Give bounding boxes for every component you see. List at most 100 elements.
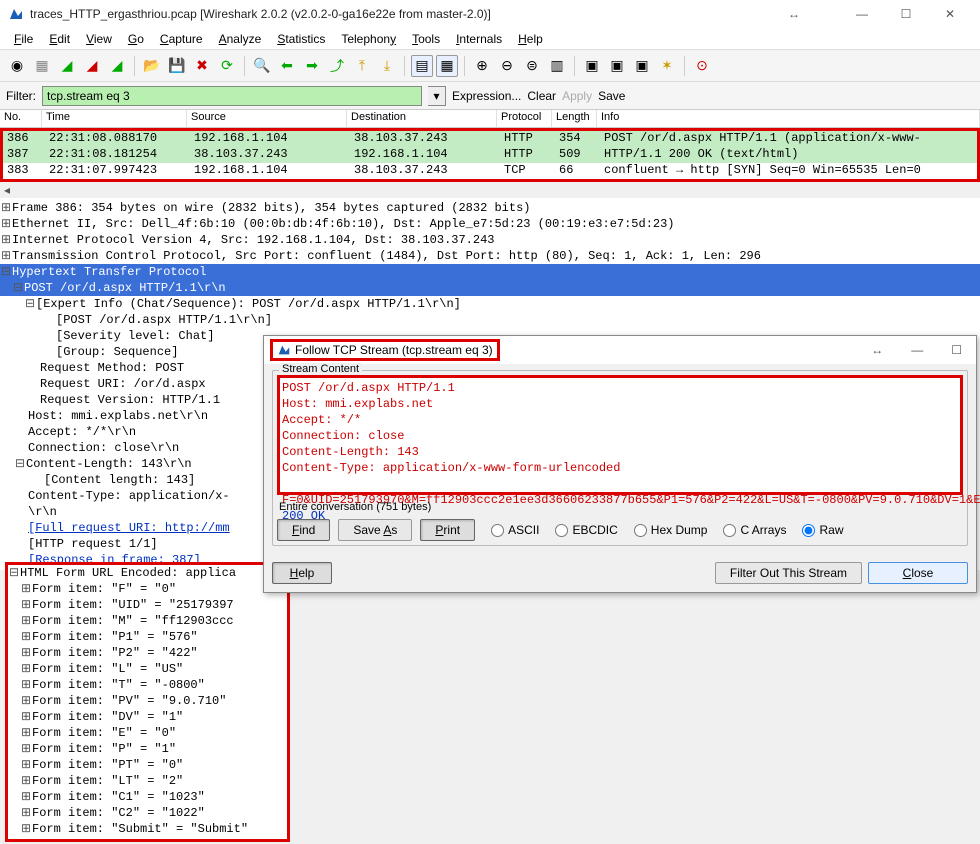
tree-ip[interactable]: ⊞Internet Protocol Version 4, Src: 192.1…	[0, 232, 980, 248]
packet-row[interactable]: 38622:31:08.088170192.168.1.10438.103.37…	[3, 131, 977, 147]
form-item[interactable]: ⊞Form item: "PT" = "0"	[8, 757, 287, 773]
form-item[interactable]: ⊞Form item: "F" = "0"	[8, 581, 287, 597]
clear-button[interactable]: Clear	[527, 89, 556, 103]
form-item[interactable]: ⊞Form item: "P2" = "422"	[8, 645, 287, 661]
col-destination[interactable]: Destination	[347, 110, 497, 127]
col-no[interactable]: No.	[0, 110, 42, 127]
follow-tcp-stream-dialog: Follow TCP Stream (tcp.stream eq 3) ↔ — …	[263, 335, 977, 593]
form-item[interactable]: ⊞Form item: "E" = "0"	[8, 725, 287, 741]
ascii-radio[interactable]: ASCII	[491, 523, 539, 537]
form-item[interactable]: ⊞Form item: "PV" = "9.0.710"	[8, 693, 287, 709]
options-icon[interactable]: ▦	[31, 55, 53, 77]
last-icon[interactable]: ⤓	[376, 55, 398, 77]
start-icon[interactable]: ◢	[56, 55, 78, 77]
menu-analyze[interactable]: Analyze	[211, 30, 270, 48]
packet-row[interactable]: 38722:31:08.18125438.103.37.243192.168.1…	[3, 147, 977, 163]
form-item[interactable]: ⊞Form item: "T" = "-0800"	[8, 677, 287, 693]
filter-out-button[interactable]: Filter Out This Stream	[715, 562, 862, 584]
tree-post[interactable]: ⊟POST /or/d.aspx HTTP/1.1\r\n	[0, 280, 980, 296]
tree-expert[interactable]: ⊟[Expert Info (Chat/Sequence): POST /or/…	[0, 296, 980, 312]
col-info[interactable]: Info	[597, 110, 980, 127]
resize-cols-icon[interactable]: ▥	[546, 55, 568, 77]
form-item[interactable]: ⊞Form item: "LT" = "2"	[8, 773, 287, 789]
zoomin-icon[interactable]: ⊕	[471, 55, 493, 77]
help-icon[interactable]: ⊙	[691, 55, 713, 77]
menu-view[interactable]: View	[78, 30, 120, 48]
dialog-maximize-button[interactable]: ☐	[951, 343, 962, 357]
coloring-rules-icon[interactable]: ▣	[631, 55, 653, 77]
dialog-minimize-button[interactable]: —	[911, 343, 923, 357]
carrays-radio[interactable]: C Arrays	[723, 523, 786, 537]
back-icon[interactable]: ⬅	[276, 55, 298, 77]
find-button[interactable]: Find	[277, 519, 330, 541]
restart-icon[interactable]: ◢	[106, 55, 128, 77]
form-title[interactable]: ⊟HTML Form URL Encoded: applica	[8, 565, 287, 581]
packet-list-header: No. Time Source Destination Protocol Len…	[0, 110, 980, 128]
goto-icon[interactable]: ⤴	[326, 55, 348, 77]
form-item[interactable]: ⊞Form item: "DV" = "1"	[8, 709, 287, 725]
open-icon[interactable]: 📂	[141, 55, 163, 77]
close-file-icon[interactable]: ✖	[191, 55, 213, 77]
print-button[interactable]: Print	[420, 519, 475, 541]
apply-button[interactable]: Apply	[562, 89, 592, 103]
maximize-button[interactable]: ☐	[884, 0, 928, 28]
reload-icon[interactable]: ⟳	[216, 55, 238, 77]
stream-content-text[interactable]: POST /or/d.aspx HTTP/1.1Host: mmi.explab…	[277, 375, 963, 495]
interfaces-icon[interactable]: ◉	[6, 55, 28, 77]
packet-row[interactable]: 38322:31:07.997423192.168.1.10438.103.37…	[3, 163, 977, 179]
form-item[interactable]: ⊞Form item: "P" = "1"	[8, 741, 287, 757]
expression-button[interactable]: Expression...	[452, 89, 521, 103]
filter-dropdown[interactable]: ▾	[428, 86, 446, 106]
stop-icon[interactable]: ◢	[81, 55, 103, 77]
window-title: traces_HTTP_ergasthriou.pcap [Wireshark …	[30, 7, 788, 21]
menu-internals[interactable]: Internals	[448, 30, 510, 48]
col-protocol[interactable]: Protocol	[497, 110, 552, 127]
menu-statistics[interactable]: Statistics	[269, 30, 333, 48]
ebcdic-radio[interactable]: EBCDIC	[555, 523, 617, 537]
hexdump-radio[interactable]: Hex Dump	[634, 523, 708, 537]
form-item[interactable]: ⊞Form item: "Submit" = "Submit"	[8, 821, 287, 837]
form-item[interactable]: ⊞Form item: "M" = "ff12903ccc	[8, 613, 287, 629]
col-source[interactable]: Source	[187, 110, 347, 127]
zoomout-icon[interactable]: ⊖	[496, 55, 518, 77]
menu-go[interactable]: Go	[120, 30, 152, 48]
form-item[interactable]: ⊞Form item: "P1" = "576"	[8, 629, 287, 645]
display-filter-icon[interactable]: ▣	[606, 55, 628, 77]
tree-eth[interactable]: ⊞Ethernet II, Src: Dell_4f:6b:10 (00:0b:…	[0, 216, 980, 232]
tree-frame[interactable]: ⊞Frame 386: 354 bytes on wire (2832 bits…	[0, 200, 980, 216]
form-item[interactable]: ⊞Form item: "C1" = "1023"	[8, 789, 287, 805]
save-filter-button[interactable]: Save	[598, 89, 625, 103]
menu-telephony[interactable]: Telephony	[333, 30, 404, 48]
close-button[interactable]: ✕	[928, 0, 972, 28]
find-icon[interactable]: 🔍	[251, 55, 273, 77]
menu-help[interactable]: Help	[510, 30, 551, 48]
h-scrollbar[interactable]: ◂	[0, 182, 980, 198]
menu-edit[interactable]: Edit	[41, 30, 78, 48]
menu-file[interactable]: File	[6, 30, 41, 48]
forward-icon[interactable]: ➡	[301, 55, 323, 77]
autoscroll-icon[interactable]: ▦	[436, 55, 458, 77]
zoom100-icon[interactable]: ⊜	[521, 55, 543, 77]
tree-http[interactable]: ⊟Hypertext Transfer Protocol	[0, 264, 980, 280]
first-icon[interactable]: ⤒	[351, 55, 373, 77]
menu-capture[interactable]: Capture	[152, 30, 211, 48]
col-time[interactable]: Time	[42, 110, 187, 127]
tree-post-inner[interactable]: [POST /or/d.aspx HTTP/1.1\r\n]	[0, 312, 980, 328]
col-length[interactable]: Length	[552, 110, 597, 127]
capture-filter-icon[interactable]: ▣	[581, 55, 603, 77]
raw-radio[interactable]: Raw	[802, 523, 843, 537]
minimize-button[interactable]: —	[840, 0, 884, 28]
prefs-icon[interactable]: ✶	[656, 55, 678, 77]
tree-tcp[interactable]: ⊞Transmission Control Protocol, Src Port…	[0, 248, 980, 264]
colorize-icon[interactable]: ▤	[411, 55, 433, 77]
help-button[interactable]: Help	[272, 562, 332, 584]
form-item[interactable]: ⊞Form item: "UID" = "25179397	[8, 597, 287, 613]
form-item[interactable]: ⊞Form item: "L" = "US"	[8, 661, 287, 677]
menu-tools[interactable]: Tools	[404, 30, 448, 48]
save-icon[interactable]: 💾	[166, 55, 188, 77]
filter-input[interactable]: tcp.stream eq 3	[42, 86, 422, 106]
dialog-close-button[interactable]: Close	[868, 562, 968, 584]
saveas-button[interactable]: Save As	[338, 519, 412, 541]
form-item[interactable]: ⊞Form item: "C2" = "1022"	[8, 805, 287, 821]
filter-label: Filter:	[6, 89, 36, 103]
